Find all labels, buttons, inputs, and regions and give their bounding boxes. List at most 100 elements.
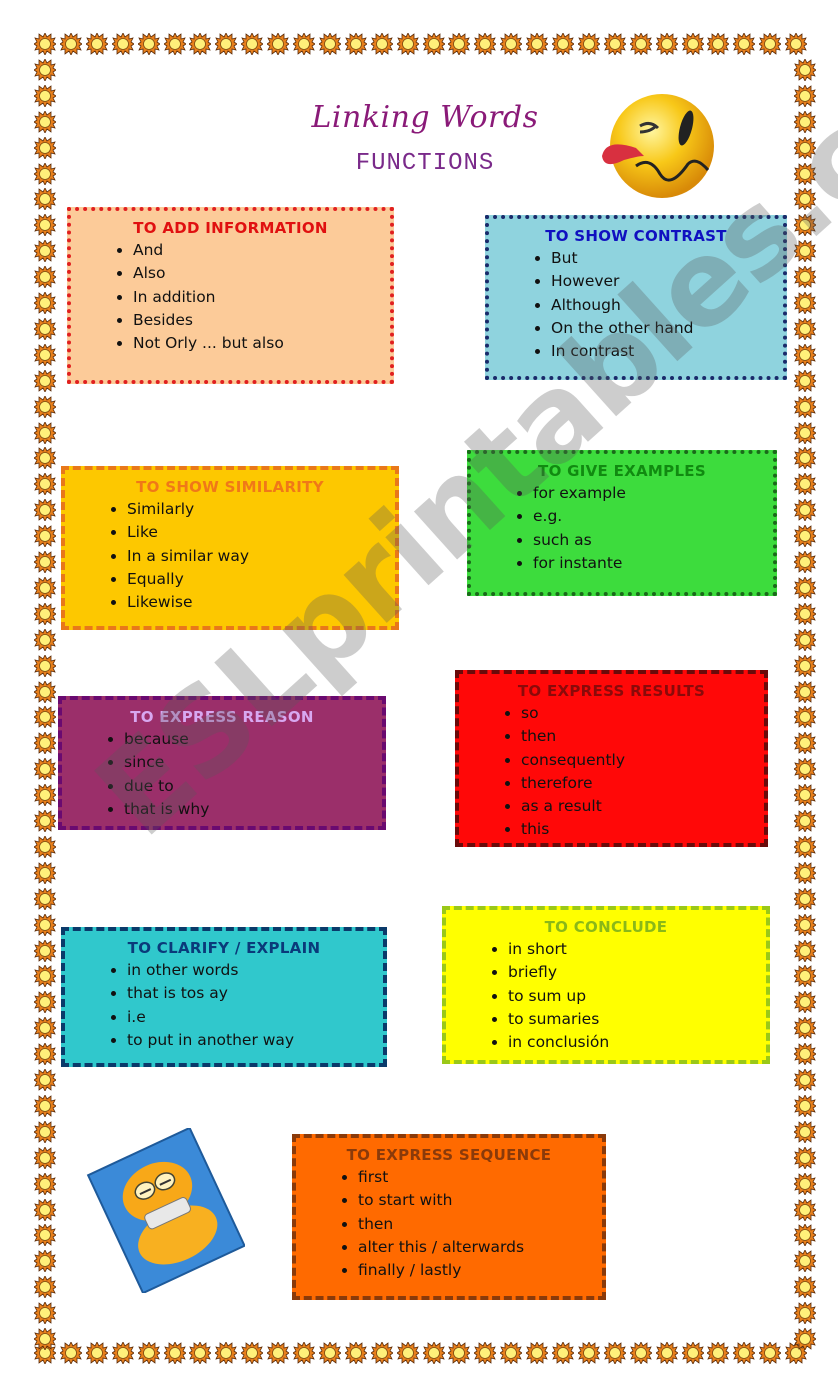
sun-icon bbox=[33, 601, 57, 626]
sun-icon bbox=[33, 1327, 57, 1351]
sun-icon bbox=[793, 1042, 817, 1066]
sun-icon bbox=[33, 627, 57, 652]
sun-icon bbox=[628, 1341, 653, 1365]
sun-icon bbox=[473, 32, 498, 56]
sun-icon bbox=[551, 32, 575, 56]
box-conclude: TO CONCLUDE in shortbrieflyto sum upto su… bbox=[442, 906, 770, 1064]
sun-icon bbox=[188, 1341, 213, 1365]
sun-icon bbox=[793, 1016, 817, 1041]
sun-icon bbox=[33, 834, 57, 859]
list-item: However bbox=[551, 270, 773, 293]
sun-icon bbox=[33, 239, 57, 264]
sun-icon bbox=[793, 860, 817, 885]
list-item: i.e bbox=[127, 1006, 373, 1029]
list-item: that is tos ay bbox=[127, 982, 373, 1005]
sun-icon bbox=[33, 1119, 57, 1144]
sun-icon bbox=[33, 498, 57, 523]
box-express-reason: TO EXPRESS REASON becausesincedue tothat … bbox=[58, 696, 386, 830]
sun-icon bbox=[33, 575, 57, 600]
sun-icon bbox=[499, 1341, 523, 1365]
list-item: in conclusión bbox=[508, 1031, 756, 1054]
sun-icon bbox=[33, 1275, 57, 1300]
sun-icon bbox=[793, 731, 817, 756]
list-item: But bbox=[551, 247, 773, 270]
sun-icon bbox=[33, 135, 57, 160]
sun-icon bbox=[318, 32, 342, 56]
box-show-contrast: TO SHOW CONTRAST ButHoweverAlthoughOn the… bbox=[485, 215, 787, 380]
sun-icon bbox=[793, 964, 817, 989]
sun-icon bbox=[793, 834, 817, 859]
box-heading: TO CLARIFY / EXPLAIN bbox=[127, 939, 321, 957]
sun-icon bbox=[33, 187, 57, 212]
sun-icon bbox=[33, 368, 57, 393]
sun-icon bbox=[793, 291, 817, 315]
sun-icon bbox=[33, 57, 57, 82]
list-item: Like bbox=[127, 521, 385, 544]
sun-icon bbox=[395, 32, 420, 56]
sun-icon bbox=[292, 1341, 316, 1365]
sun-icon bbox=[793, 550, 817, 574]
sun-icon bbox=[33, 394, 57, 419]
list-item: due to bbox=[124, 775, 372, 798]
sun-icon bbox=[33, 83, 57, 108]
sun-icon bbox=[33, 161, 57, 186]
sun-icon bbox=[33, 1223, 57, 1248]
sun-icon bbox=[793, 886, 817, 911]
sun-icon bbox=[33, 550, 57, 574]
sun-icon bbox=[577, 1341, 601, 1365]
sun-icon bbox=[793, 1068, 817, 1092]
sun-icon bbox=[680, 1341, 705, 1365]
sun-icon bbox=[793, 213, 817, 238]
list-item: then bbox=[358, 1213, 592, 1236]
sun-icon bbox=[33, 705, 57, 730]
box-heading: TO EXPRESS SEQUENCE bbox=[346, 1146, 552, 1164]
sun-icon bbox=[59, 32, 83, 56]
list-item: finally / lastly bbox=[358, 1259, 592, 1282]
box-add-information: TO ADD INFORMATION AndAlsoIn additionBesi… bbox=[67, 207, 394, 384]
sun-icon bbox=[33, 938, 57, 963]
sun-icon bbox=[525, 32, 549, 56]
sun-icon bbox=[214, 32, 239, 56]
list-item: consequently bbox=[521, 749, 754, 772]
box-express-results: TO EXPRESS RESULTS sothenconsequentlyther… bbox=[455, 670, 768, 847]
sun-icon bbox=[793, 446, 817, 471]
sun-icon bbox=[292, 32, 316, 56]
sun-icon bbox=[793, 83, 817, 108]
sun-icon bbox=[603, 32, 627, 56]
list-item: in short bbox=[508, 938, 756, 961]
list-item: On the other hand bbox=[551, 317, 773, 340]
sun-icon bbox=[33, 524, 57, 548]
sun-icon bbox=[793, 783, 817, 807]
list-item: so bbox=[521, 702, 754, 725]
page-subtitle: FUNCTIONS bbox=[355, 150, 495, 177]
list-item: In a similar way bbox=[127, 545, 385, 568]
sun-icon bbox=[793, 705, 817, 730]
sun-icon bbox=[793, 1093, 817, 1118]
sun-icon bbox=[240, 1341, 264, 1365]
box-express-sequence: TO EXPRESS SEQUENCE firstto start withthe… bbox=[292, 1134, 606, 1300]
sun-icon bbox=[188, 32, 213, 56]
sun-icon bbox=[33, 1093, 57, 1118]
sun-icon bbox=[85, 1341, 109, 1365]
sun-icon bbox=[793, 1301, 817, 1325]
sun-icon bbox=[654, 1341, 679, 1365]
sun-icon bbox=[793, 912, 817, 937]
sun-icon bbox=[706, 1341, 731, 1365]
sun-icon bbox=[732, 32, 757, 56]
box-heading: TO SHOW SIMILARITY bbox=[136, 478, 324, 496]
sun-icon bbox=[395, 1341, 420, 1365]
list-item: for example bbox=[533, 482, 763, 505]
sun-icon bbox=[793, 653, 817, 678]
sun-icon bbox=[793, 109, 817, 134]
sun-icon bbox=[793, 757, 817, 782]
list-item: to sumaries bbox=[508, 1008, 756, 1031]
garfield-image bbox=[86, 1128, 245, 1293]
sun-icon bbox=[793, 1327, 817, 1351]
sun-icon bbox=[240, 32, 264, 56]
list-item: alter this / alterwards bbox=[358, 1236, 592, 1259]
list-item: in other words bbox=[127, 959, 373, 982]
sun-icon bbox=[793, 679, 817, 704]
sun-icon bbox=[33, 1197, 57, 1222]
sun-icon bbox=[59, 1341, 83, 1365]
list-item: to start with bbox=[358, 1189, 592, 1212]
